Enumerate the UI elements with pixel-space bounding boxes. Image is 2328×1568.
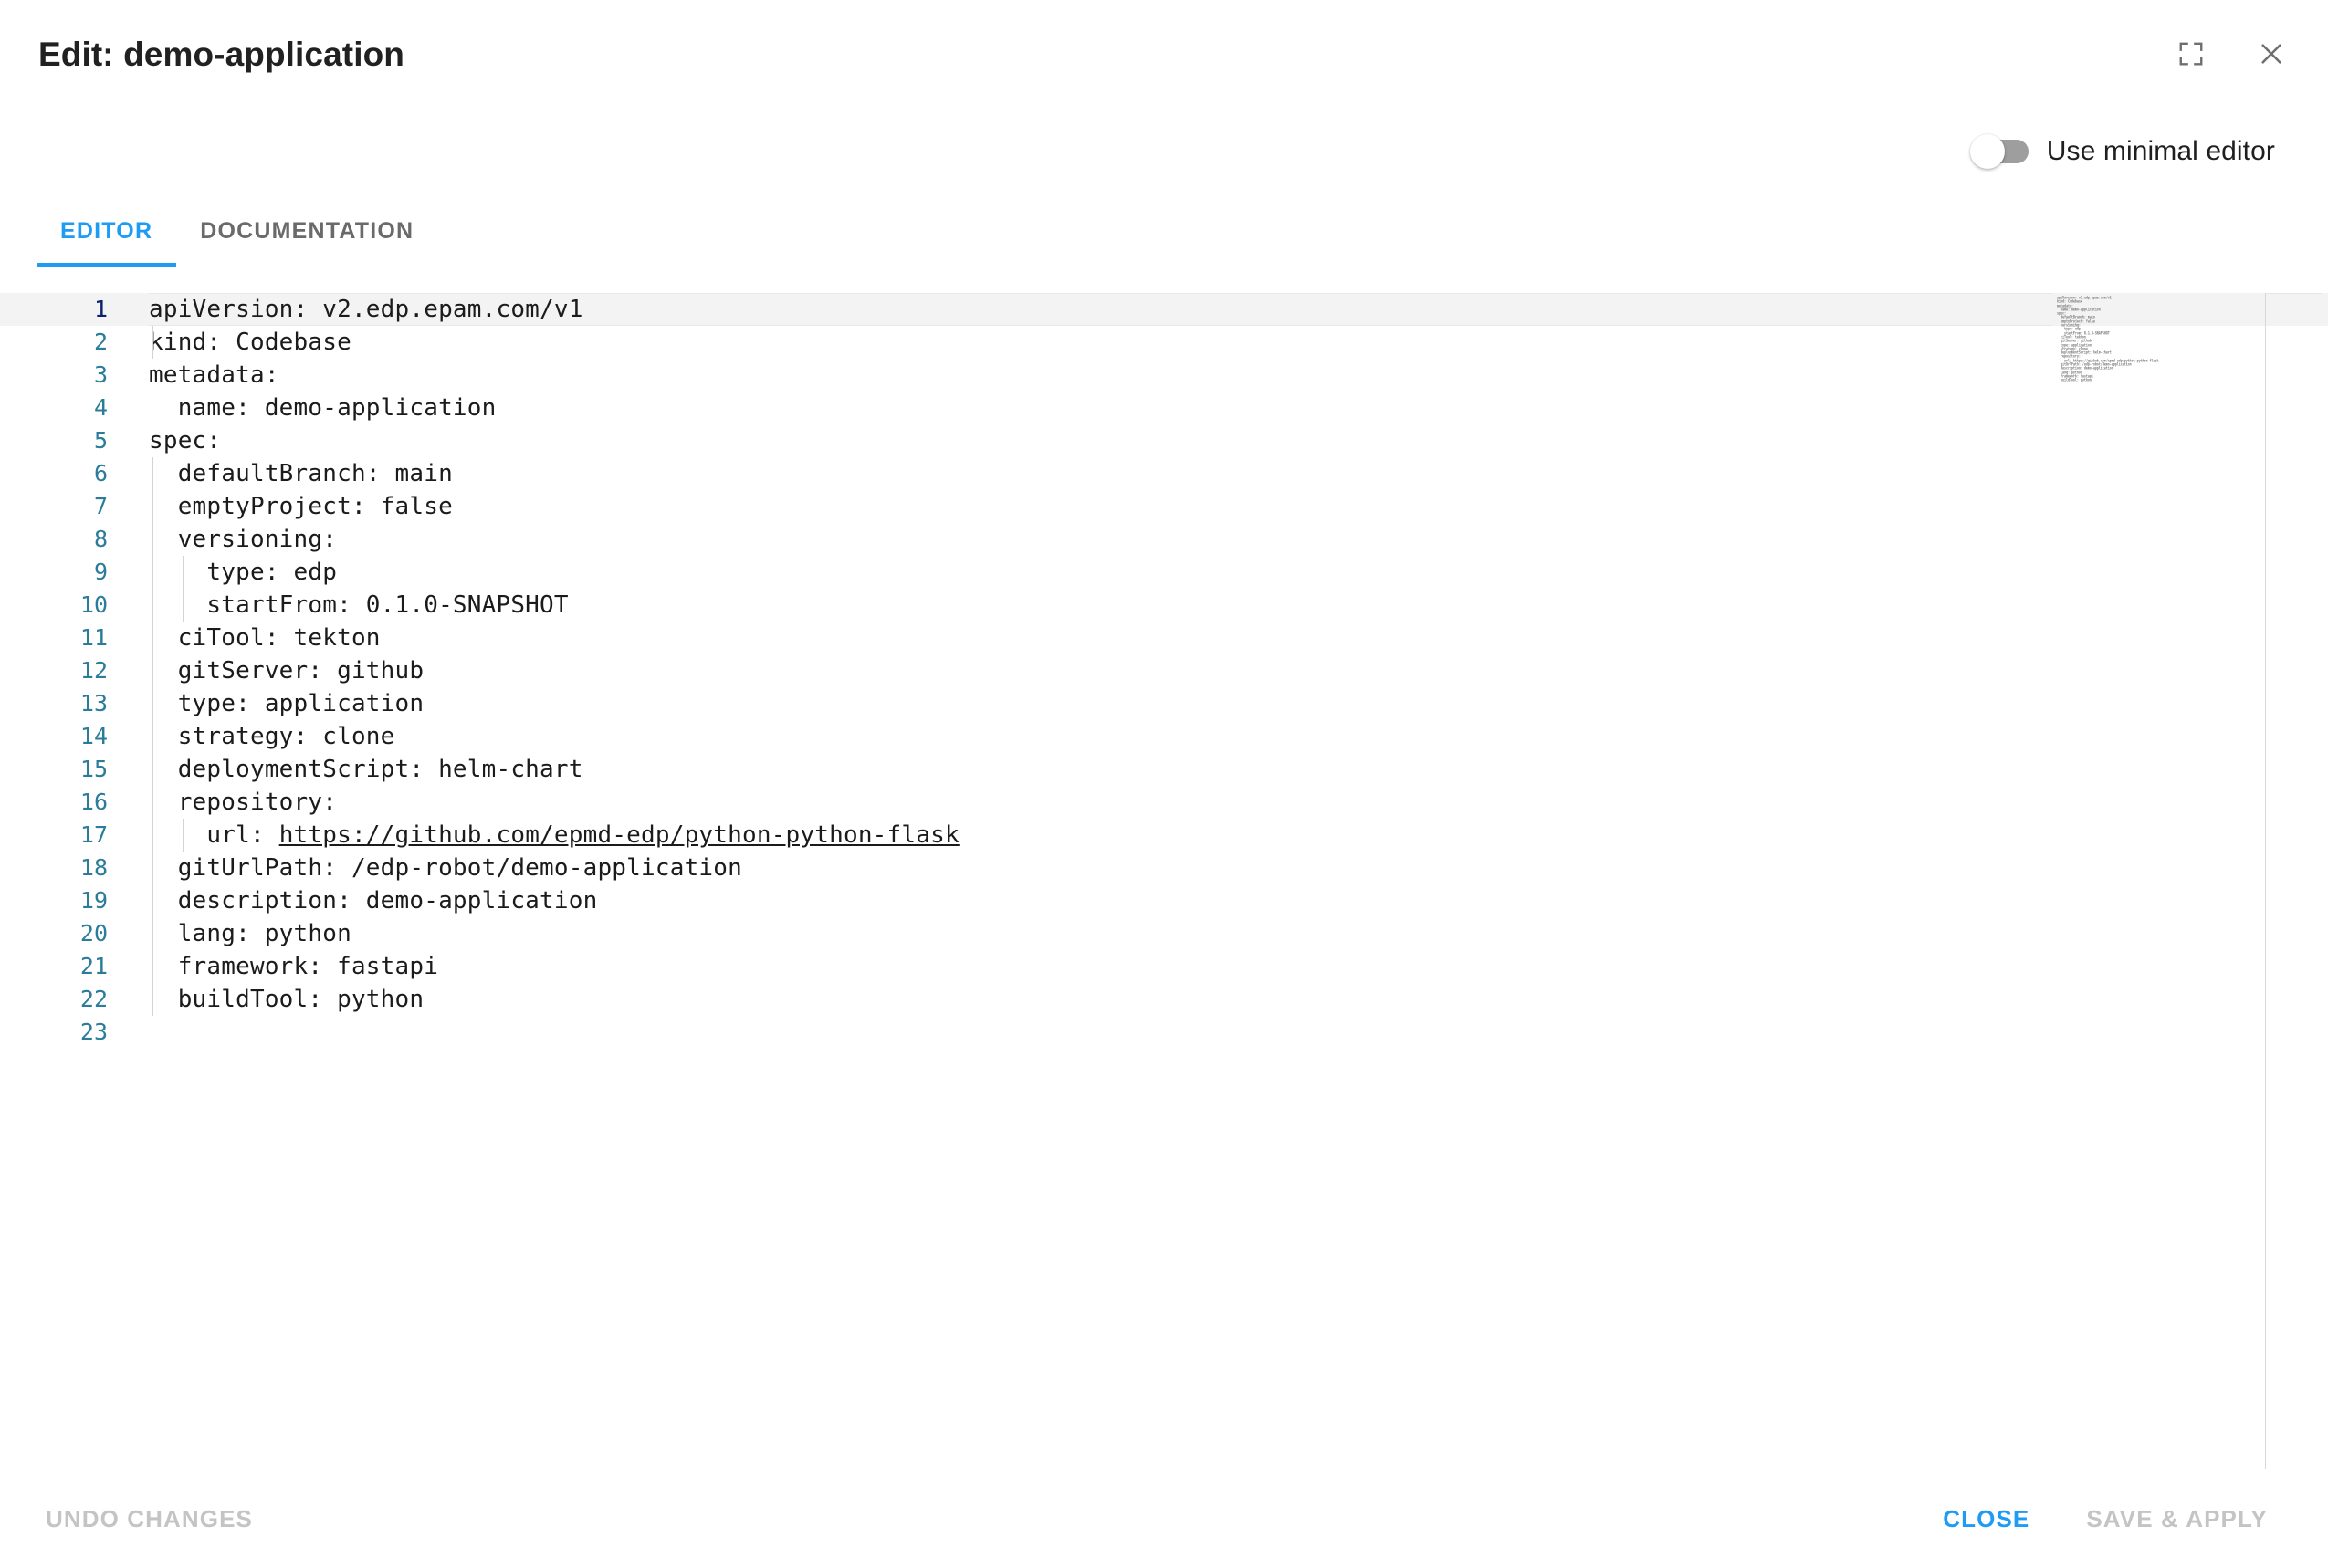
close-icon	[2257, 39, 2286, 68]
toggle-knob	[1969, 134, 2005, 169]
code-line[interactable]: 14 strategy: clone	[0, 720, 2328, 753]
toggle-label: Use minimal editor	[2046, 136, 2275, 166]
line-number: 2	[93, 329, 108, 355]
line-text: repository:	[149, 789, 338, 816]
line-number: 3	[93, 361, 108, 388]
line-text: emptyProject: false	[149, 493, 453, 520]
line-number: 1	[93, 296, 108, 322]
undo-changes-button[interactable]: UNDO CHANGES	[29, 1492, 269, 1546]
line-text: url: https://github.com/epmd-edp/python-…	[149, 821, 960, 849]
line-number: 21	[79, 953, 108, 979]
code-line[interactable]: 4 name: demo-application	[0, 392, 2328, 424]
line-text: type: edp	[149, 559, 338, 586]
line-text: buildTool: python	[149, 986, 425, 1013]
line-number: 6	[93, 460, 108, 486]
code-line[interactable]: 7 emptyProject: false	[0, 490, 2328, 523]
code-line[interactable]: 5 spec:	[0, 424, 2328, 457]
line-text: apiVersion: v2.edp.epam.com/v1	[149, 296, 583, 323]
line-number: 13	[79, 690, 108, 716]
line-number: 20	[79, 920, 108, 946]
line-text: versioning:	[149, 526, 338, 553]
header-actions	[2167, 30, 2295, 78]
code-line[interactable]: 10 startFrom: 0.1.0-SNAPSHOT	[0, 589, 2328, 622]
close-footer-button[interactable]: CLOSE	[1926, 1492, 2046, 1546]
line-number: 14	[79, 723, 108, 749]
line-number: 19	[79, 887, 108, 914]
footer-actions: CLOSE SAVE & APPLY	[1926, 1492, 2284, 1546]
line-number: 22	[79, 986, 108, 1012]
line-number: 15	[79, 756, 108, 782]
close-button[interactable]	[2248, 30, 2295, 78]
line-number: 12	[79, 657, 108, 684]
line-number: 16	[79, 789, 108, 815]
tab-editor[interactable]: EDITOR	[37, 195, 177, 267]
line-text: defaultBranch: main	[149, 460, 453, 487]
code-line[interactable]: 19 description: demo-application	[0, 884, 2328, 917]
line-text: gitUrlPath: /edp-robot/demo-application	[149, 854, 742, 882]
line-number: 8	[93, 526, 108, 552]
line-number: 9	[93, 559, 108, 585]
line-text: lang: python	[149, 920, 351, 947]
line-text: kind: Codebase	[149, 329, 351, 356]
line-text: startFrom: 0.1.0-SNAPSHOT	[149, 591, 569, 619]
dialog-footer: UNDO CHANGES CLOSE SAVE & APPLY	[0, 1469, 2328, 1568]
code-line[interactable]: 17 url: https://github.com/epmd-edp/pyth…	[0, 819, 2328, 852]
line-number: 11	[79, 624, 108, 651]
repository-url-link[interactable]: https://github.com/epmd-edp/python-pytho…	[279, 821, 960, 849]
fullscreen-button[interactable]	[2167, 30, 2215, 78]
vertical-scrollbar-cap	[2265, 293, 2322, 294]
code-line[interactable]: 15 deploymentScript: helm-chart	[0, 753, 2328, 786]
line-text: framework: fastapi	[149, 953, 439, 980]
toggle-row: Use minimal editor	[0, 108, 2328, 195]
code-line[interactable]: 12 gitServer: github	[0, 654, 2328, 687]
use-minimal-editor-toggle[interactable]: Use minimal editor	[1969, 134, 2275, 169]
line-text: spec:	[149, 427, 222, 455]
line-text: name: demo-application	[149, 394, 497, 422]
code-editor[interactable]: 1 apiVersion: v2.edp.epam.com/v1 2 kind: Co…	[0, 293, 2328, 1469]
current-line-border	[149, 293, 2052, 294]
code-line[interactable]: 8 versioning:	[0, 523, 2328, 556]
code-line[interactable]: 2 kind: Codebase	[0, 326, 2328, 359]
code-line[interactable]: 22 buildTool: python	[0, 983, 2328, 1016]
code-line[interactable]: 18 gitUrlPath: /edp-robot/demo-applicati…	[0, 852, 2328, 884]
page-title: Edit: demo-application	[38, 35, 404, 73]
editor-panel: 1 apiVersion: v2.edp.epam.com/v1 2 kind: Co…	[0, 268, 2328, 1469]
code-line[interactable]: 13 type: application	[0, 687, 2328, 720]
code-line[interactable]: 9 type: edp	[0, 556, 2328, 589]
code-line[interactable]: 3 metadata:	[0, 359, 2328, 392]
line-text: description: demo-application	[149, 887, 598, 915]
line-text: type: application	[149, 690, 425, 717]
line-number: 4	[93, 394, 108, 421]
code-line[interactable]: 20 lang: python	[0, 917, 2328, 950]
code-area[interactable]: 1 apiVersion: v2.edp.epam.com/v1 2 kind: Co…	[0, 293, 2328, 1049]
line-text: deploymentScript: helm-chart	[149, 756, 583, 783]
code-line[interactable]: 21 framework: fastapi	[0, 950, 2328, 983]
code-line[interactable]: 6 defaultBranch: main	[0, 457, 2328, 490]
tab-documentation[interactable]: DOCUMENTATION	[176, 195, 437, 267]
code-line[interactable]: 1 apiVersion: v2.edp.epam.com/v1	[0, 293, 2328, 326]
toggle-switch[interactable]	[1969, 134, 2029, 169]
fullscreen-icon	[2177, 40, 2205, 68]
line-text: strategy: clone	[149, 723, 395, 750]
code-line[interactable]: 16 repository:	[0, 786, 2328, 819]
line-number: 7	[93, 493, 108, 519]
line-text: metadata:	[149, 361, 279, 389]
line-number: 18	[79, 854, 108, 881]
line-number: 23	[79, 1019, 108, 1045]
line-text: ciTool: tekton	[149, 624, 381, 652]
code-line[interactable]: 23	[0, 1016, 2328, 1049]
line-text: gitServer: github	[149, 657, 425, 685]
edit-dialog: Edit: demo-application Use minimal edito…	[0, 0, 2328, 1568]
code-line[interactable]: 11 ciTool: tekton	[0, 622, 2328, 654]
line-number: 5	[93, 427, 108, 454]
tab-bar: EDITOR DOCUMENTATION	[0, 195, 2328, 268]
line-number: 10	[79, 591, 108, 618]
save-and-apply-button[interactable]: SAVE & APPLY	[2070, 1492, 2284, 1546]
vertical-scrollbar[interactable]	[2265, 293, 2266, 1469]
line-number: 17	[79, 821, 108, 848]
dialog-header: Edit: demo-application	[0, 0, 2328, 108]
